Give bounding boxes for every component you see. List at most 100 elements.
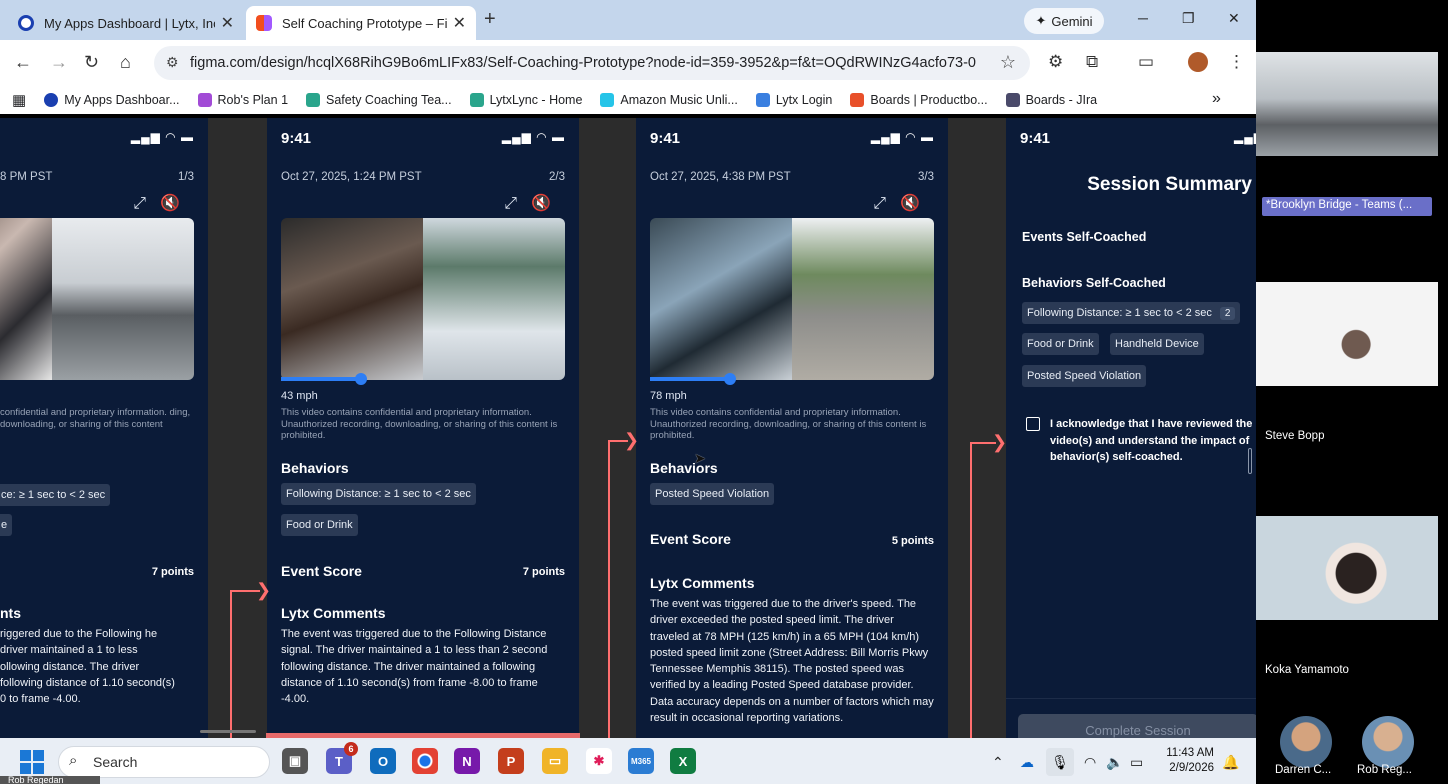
file-explorer-icon[interactable]: ▭ bbox=[542, 748, 568, 774]
restore-icon[interactable]: ❐ bbox=[1182, 10, 1195, 27]
video-controls: ⤢🔇 bbox=[873, 193, 934, 213]
back-arrow-icon[interactable]: ← bbox=[14, 52, 32, 73]
bookmark-item[interactable]: LytxLync - Home bbox=[469, 93, 582, 107]
gemini-button[interactable]: ✦ Gemini bbox=[1024, 8, 1104, 34]
divider bbox=[1006, 698, 1256, 699]
forward-arrow-icon[interactable]: → bbox=[50, 52, 68, 73]
site-settings-icon[interactable]: ⚙ bbox=[166, 54, 179, 71]
bookmark-item[interactable]: My Apps Dashboar... bbox=[44, 93, 180, 107]
participant-name: Rob Reg... bbox=[1357, 764, 1412, 776]
video-progress-bar[interactable] bbox=[281, 377, 361, 381]
tray-chevron-icon[interactable]: ⌃ bbox=[992, 754, 1004, 771]
arrow-head-icon: ❯ bbox=[624, 430, 640, 450]
comments-text: The event was triggered due to the drive… bbox=[650, 598, 934, 725]
phone-frame-event-3[interactable]: 9:41 ▂▄▆ ◠ ▬ Oct 27, 2025, 4:38 PM PST 3… bbox=[636, 118, 948, 738]
chip-label: Handheld Device bbox=[1115, 338, 1199, 350]
event-score-points: 5 points bbox=[891, 535, 934, 547]
m365-app-icon[interactable]: M365 bbox=[628, 748, 654, 774]
expand-icon[interactable]: ⤢ bbox=[133, 195, 160, 212]
extension-gear-icon[interactable]: ⚙ bbox=[1048, 52, 1063, 72]
expand-icon[interactable]: ⤢ bbox=[504, 195, 531, 212]
video-scrub-handle[interactable] bbox=[355, 373, 367, 385]
video-progress-bar[interactable] bbox=[650, 377, 730, 381]
notification-bell-icon[interactable]: 🔔 bbox=[1222, 754, 1239, 771]
profile-avatar[interactable] bbox=[1188, 52, 1208, 72]
apps-grid-icon[interactable]: ▦ bbox=[12, 91, 26, 109]
scrollbar-thumb[interactable] bbox=[1248, 448, 1252, 474]
battery-icon[interactable]: ▭ bbox=[1130, 754, 1143, 771]
browser-tab-figma[interactable]: Self Coaching Prototype – Figm ✕ bbox=[246, 6, 476, 40]
excel-app-icon[interactable]: X bbox=[670, 748, 696, 774]
bookmark-item[interactable]: Amazon Music Unli... bbox=[600, 93, 738, 107]
mute-icon[interactable]: 🔇 bbox=[900, 195, 934, 212]
participant-avatar[interactable] bbox=[1362, 716, 1414, 768]
chrome-app-icon[interactable] bbox=[412, 748, 438, 774]
menu-kebab-icon[interactable]: ⋮ bbox=[1228, 52, 1245, 72]
video-controls: ⤢🔇 bbox=[133, 193, 194, 213]
road-camera-view bbox=[52, 218, 194, 380]
phone-frame-session-summary[interactable]: 9:41 ▂▄▆ Session Summary Events Self-Coa… bbox=[1006, 118, 1256, 738]
expand-icon[interactable]: ⤢ bbox=[873, 195, 900, 212]
slack-app-icon[interactable]: ✱ bbox=[586, 748, 612, 774]
minimize-icon[interactable]: ─ bbox=[1138, 10, 1148, 26]
bookmark-item[interactable]: Safety Coaching Tea... bbox=[306, 93, 452, 107]
event-video[interactable] bbox=[0, 218, 194, 380]
event-score-points: 7 points bbox=[151, 566, 194, 578]
address-bar[interactable]: ⚙ figma.com/design/hcqlX68RihG9Bo6mLIFx8… bbox=[154, 46, 1030, 80]
status-bar-icons: ▂▄▆ ◠ ▬ bbox=[130, 130, 194, 144]
home-icon[interactable]: ⌂ bbox=[120, 52, 131, 73]
behavior-chip: Handheld Device bbox=[1110, 333, 1204, 355]
bookmark-item[interactable]: Boards | Productbo... bbox=[850, 93, 988, 107]
outlook-app-icon[interactable]: O bbox=[370, 748, 396, 774]
taskbar-clock[interactable]: 11:43 AM 2/9/2026 bbox=[1160, 746, 1214, 776]
mic-muted-icon[interactable]: 🎙 bbox=[1046, 748, 1074, 776]
figma-canvas[interactable]: ▂▄▆ ◠ ▬ 8 PM PST 1/3 ⤢🔇 confidential and… bbox=[0, 118, 1256, 738]
event-video[interactable] bbox=[281, 218, 565, 380]
bookmark-item[interactable]: Rob's Plan 1 bbox=[197, 93, 288, 107]
reload-icon[interactable]: ↻ bbox=[84, 52, 99, 73]
acknowledge-checkbox[interactable] bbox=[1026, 417, 1040, 431]
video-scrub-handle[interactable] bbox=[724, 373, 736, 385]
cast-icon[interactable]: ▭ bbox=[1138, 52, 1154, 72]
count-badge: 2 bbox=[1219, 306, 1236, 320]
comments-title: Lytx Comments bbox=[281, 605, 386, 621]
video-tile-conference-room[interactable] bbox=[1256, 52, 1438, 156]
amazon-music-icon bbox=[600, 93, 615, 107]
browser-tab-my-apps[interactable]: My Apps Dashboard | Lytx, Inc. ✕ bbox=[8, 6, 244, 40]
close-icon[interactable]: ✕ bbox=[221, 13, 234, 33]
powerpoint-app-icon[interactable]: P bbox=[498, 748, 524, 774]
status-time: 9:41 bbox=[1020, 130, 1051, 147]
phone-frame-event-1[interactable]: ▂▄▆ ◠ ▬ 8 PM PST 1/3 ⤢🔇 confidential and… bbox=[0, 118, 208, 738]
extensions-puzzle-icon[interactable]: ⧉ bbox=[1086, 52, 1098, 72]
bookmark-item[interactable]: Lytx Login bbox=[755, 93, 832, 107]
taskbar-search[interactable]: ⌕ Search bbox=[58, 746, 270, 778]
onenote-app-icon[interactable]: N bbox=[454, 748, 480, 774]
clock-time: 11:43 AM bbox=[1166, 747, 1214, 759]
task-view-icon[interactable]: ▣ bbox=[282, 748, 308, 774]
onedrive-icon[interactable]: ☁ bbox=[1020, 754, 1034, 771]
bookmark-star-icon[interactable]: ☆ bbox=[1000, 52, 1016, 73]
participant-name: Steve Bopp bbox=[1265, 430, 1325, 442]
video-tile-koka[interactable] bbox=[1256, 516, 1438, 620]
teams-app-icon[interactable]: T6 bbox=[326, 742, 358, 774]
phone-frame-event-2[interactable]: 9:41 ▂▄▆ ◠ ▬ Oct 27, 2025, 1:24 PM PST 2… bbox=[267, 118, 579, 738]
bookmarks-overflow-icon[interactable]: » bbox=[1212, 90, 1221, 108]
complete-session-button[interactable]: Complete Session bbox=[1018, 714, 1256, 738]
mute-icon[interactable]: 🔇 bbox=[160, 195, 194, 212]
behavior-chip: Following Distance: ≥ 1 sec to < 2 sec bbox=[281, 483, 476, 505]
cab-camera-view bbox=[281, 218, 423, 380]
behavior-chip: ce: ≥ 1 sec to < 2 sec bbox=[0, 484, 111, 506]
mute-icon[interactable]: 🔇 bbox=[531, 195, 565, 212]
video-tile-steve[interactable] bbox=[1256, 282, 1438, 386]
new-tab-button[interactable]: + bbox=[484, 8, 496, 31]
close-window-icon[interactable]: ✕ bbox=[1228, 10, 1240, 27]
arrow-head-icon: ❯ bbox=[992, 432, 1008, 452]
participant-avatar[interactable] bbox=[1280, 716, 1332, 768]
volume-icon[interactable]: 🔈 bbox=[1106, 754, 1123, 771]
comments-text: The event was triggered due to the Follo… bbox=[281, 628, 548, 706]
windows-start-icon[interactable] bbox=[20, 750, 44, 774]
close-icon[interactable]: ✕ bbox=[453, 13, 466, 33]
wifi-icon[interactable]: ◠ bbox=[1084, 754, 1096, 771]
bookmark-item[interactable]: Boards - JIra bbox=[1005, 93, 1097, 107]
event-video[interactable] bbox=[650, 218, 934, 380]
